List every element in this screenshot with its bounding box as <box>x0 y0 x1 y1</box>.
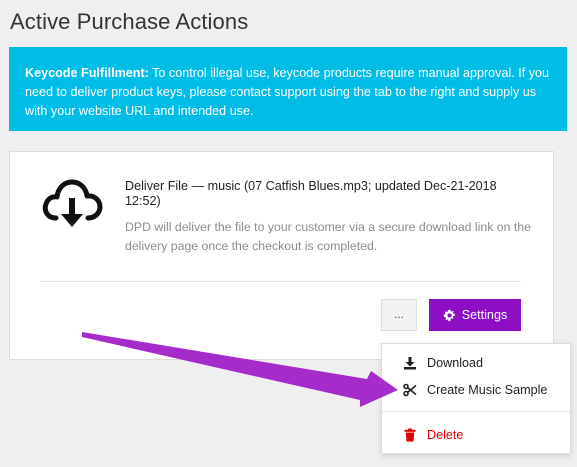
actions-dropdown-menu: Download Create Music Sample Delete <box>381 343 571 454</box>
action-title: Deliver File — music (07 Catfish Blues.m… <box>125 179 497 208</box>
more-options-button[interactable]: ... <box>381 299 417 331</box>
menu-item-delete[interactable]: Delete <box>382 423 570 447</box>
card-divider <box>40 281 521 282</box>
scissors-icon <box>403 383 417 397</box>
notice-label: Keycode Fulfillment: <box>25 66 149 80</box>
settings-label: Settings <box>461 308 508 322</box>
cloud-download-icon <box>40 176 104 232</box>
download-icon <box>403 356 417 370</box>
page-title: Active Purchase Actions <box>10 9 249 34</box>
action-description: DPD will deliver the file to your custom… <box>125 220 531 253</box>
settings-button[interactable]: Settings <box>429 299 521 331</box>
trash-icon <box>403 428 417 442</box>
menu-item-label: Download <box>427 356 484 370</box>
gear-icon <box>443 309 456 322</box>
menu-item-create-music-sample[interactable]: Create Music Sample <box>382 378 570 402</box>
keycode-notice: Keycode Fulfillment: To control illegal … <box>9 47 567 131</box>
menu-divider <box>382 411 570 412</box>
menu-item-label: Create Music Sample <box>427 383 548 397</box>
menu-item-label: Delete <box>427 428 464 442</box>
menu-item-download[interactable]: Download <box>382 351 570 375</box>
purchase-action-card: Deliver File — music (07 Catfish Blues.m… <box>9 151 554 360</box>
